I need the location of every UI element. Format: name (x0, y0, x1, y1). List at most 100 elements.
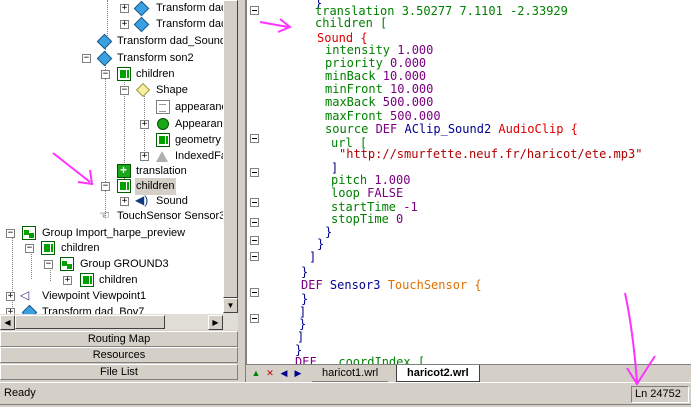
transform-icon (96, 33, 113, 50)
code-line[interactable]: ] (309, 249, 316, 265)
expand-plus-icon[interactable]: + (140, 152, 149, 161)
appearance-icon (157, 118, 169, 130)
transform-icon (133, 16, 150, 33)
code-token: "http://smurfette.neuf.fr/haricot/ete.mp… (339, 147, 643, 161)
tab-haricot2[interactable]: haricot2.wrl (396, 365, 480, 382)
collapse-minus-icon[interactable]: − (44, 260, 53, 269)
code-token: DEF (301, 278, 330, 292)
collapse-minus-icon[interactable]: − (82, 54, 91, 63)
expand-plus-icon[interactable]: + (140, 120, 149, 129)
fold-collapse-icon[interactable] (250, 168, 259, 177)
code-token: coordIndex [ (323, 355, 426, 364)
tree-item-label: Transform dad (156, 18, 228, 30)
tree-item-children[interactable]: − children (0, 240, 223, 257)
expand-plus-icon[interactable]: + (63, 276, 72, 285)
next-tab-icon[interactable]: ▶ (292, 367, 304, 379)
tree-vertical-scroll-thumb[interactable] (223, 0, 238, 298)
code-line[interactable]: } (325, 224, 332, 240)
expand-plus-icon[interactable]: + (120, 197, 129, 206)
fold-collapse-icon[interactable] (250, 218, 259, 227)
tree-item-label: children (61, 242, 100, 254)
children-icon (80, 273, 94, 287)
scene-tree[interactable]: + Transform dad + Transform dad Transfor… (0, 0, 238, 330)
scroll-down-arrow-icon[interactable]: ▼ (223, 298, 238, 313)
resources-tab[interactable]: Resources (0, 347, 238, 363)
code-token: stopTime (331, 212, 397, 226)
code-token: DEF (295, 355, 324, 364)
code-token: DEF (375, 122, 405, 136)
children-icon (117, 179, 131, 193)
fold-collapse-icon[interactable] (250, 252, 259, 261)
code-line[interactable]: "http://smurfette.neuf.fr/haricot/ete.mp… (339, 146, 642, 162)
tab-haricot1[interactable]: haricot1.wrl (312, 365, 389, 382)
code-line[interactable]: stopTime 0 (331, 211, 403, 227)
code-token: children [ (315, 16, 388, 30)
code-token: AClip_Sound2 (404, 122, 499, 136)
collapse-minus-icon[interactable]: − (25, 244, 34, 253)
file-list-tab[interactable]: File List (0, 364, 238, 380)
triangle-up-icon[interactable]: ▲ (250, 367, 262, 379)
expand-plus-icon[interactable]: + (120, 20, 129, 29)
tree-item-children[interactable]: − children (0, 66, 223, 83)
tree-item-label: Transform son2 (117, 52, 194, 64)
previous-tab-icon[interactable]: ◀ (278, 367, 290, 379)
tree-item-geometry[interactable]: geometry (0, 132, 223, 149)
code-token: Sensor3 (329, 278, 388, 292)
tree-item-appearance[interactable]: + Appearance (0, 116, 234, 133)
fold-collapse-icon[interactable] (250, 134, 259, 143)
code-line[interactable]: DEF Sensor3 TouchSensor { (301, 277, 482, 293)
tree-item-shape[interactable]: − Shape (0, 82, 223, 99)
transform-icon (133, 0, 150, 17)
geometry-icon (156, 133, 170, 147)
tree-item-label: Group GROUND3 (80, 258, 169, 270)
children-icon (41, 241, 55, 255)
status-bar: Ready Ln 24752 (0, 382, 691, 407)
collapse-minus-icon[interactable]: − (101, 70, 110, 79)
code-token: maxBack (325, 95, 383, 109)
routing-map-tab[interactable]: Routing Map (0, 331, 238, 347)
panel-splitter[interactable] (238, 0, 246, 382)
fold-collapse-icon[interactable] (250, 236, 259, 245)
tree-horizontal-scroll-thumb[interactable] (15, 315, 165, 329)
fold-collapse-icon[interactable] (250, 314, 259, 323)
code-line[interactable]: } (317, 236, 324, 252)
scroll-left-arrow-icon[interactable]: ◀ (0, 315, 15, 330)
transform-icon (96, 50, 113, 67)
code-token: } (325, 225, 333, 239)
tree-item-transform-dad-2[interactable]: + Transform dad (0, 16, 227, 33)
code-token: 0 (396, 212, 404, 226)
scroll-right-arrow-icon[interactable]: ▶ (208, 315, 223, 330)
tree-item-label: Transform dad_Sound (117, 35, 227, 47)
line-number-indicator: Ln 24752 (631, 386, 689, 403)
tree-item-group-ground3[interactable]: − Group GROUND3 (0, 256, 223, 273)
fold-gutter (247, 0, 264, 364)
tree-item-appearance-field[interactable]: appearance (0, 99, 233, 116)
group-icon (22, 226, 36, 240)
code-token: -1 (403, 200, 418, 214)
code-token: ] (309, 250, 317, 264)
fold-collapse-icon[interactable] (250, 198, 259, 207)
collapse-minus-icon[interactable]: − (120, 86, 129, 95)
close-icon[interactable]: ✕ (264, 367, 276, 379)
group-icon (60, 257, 74, 271)
code-line[interactable]: children [ (315, 15, 387, 31)
expand-plus-icon[interactable]: + (120, 4, 129, 13)
expand-plus-icon[interactable]: + (6, 292, 15, 301)
tree-item-transform-son2[interactable]: − Transform son2 (0, 50, 223, 67)
code-token: 500.000 (382, 95, 434, 109)
code-token: TouchSensor { (387, 278, 482, 292)
tree-item-label: TouchSensor Sensor3 (117, 210, 226, 222)
fold-collapse-icon[interactable] (250, 288, 259, 297)
tree-item-transform-dad-sound[interactable]: Transform dad_Sound (0, 33, 227, 50)
fold-collapse-icon[interactable] (250, 6, 259, 15)
tree-item-viewpoint[interactable]: + ◁ Viewpoint Viewpoint1 (0, 288, 223, 305)
touchsensor-icon: ☜ (99, 208, 110, 222)
tree-item-touchsensor[interactable]: ☜ TouchSensor Sensor3 (0, 208, 226, 225)
collapse-minus-icon[interactable]: − (101, 182, 110, 191)
code-editor[interactable]: } translation 3.50277 7.1101 -2.33929 chil… (246, 0, 691, 364)
shape-icon (135, 82, 151, 98)
tree-item-transform-dad-1[interactable]: + Transform dad (0, 0, 227, 17)
collapse-minus-icon[interactable]: − (6, 229, 15, 238)
code-token: } (317, 237, 325, 251)
code-line[interactable]: DEF coordIndex [ (295, 354, 425, 364)
